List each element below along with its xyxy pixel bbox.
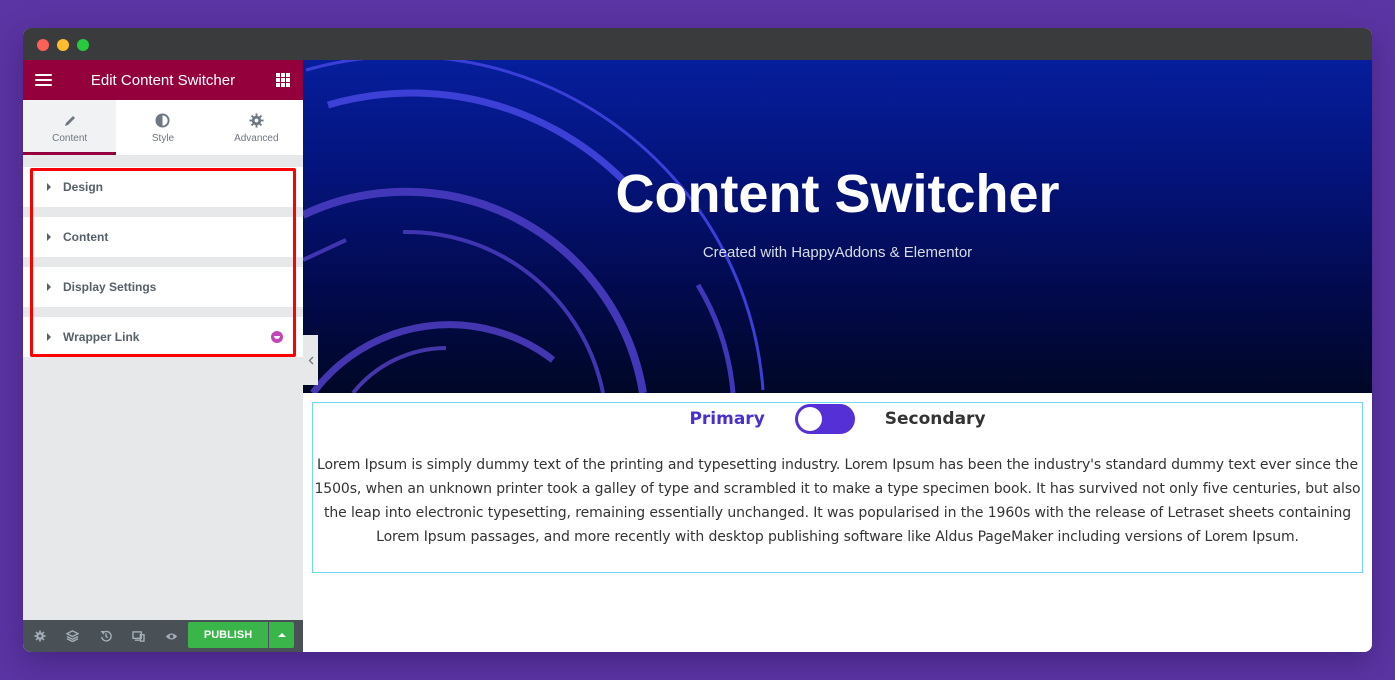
- switcher-controls: Primary Secondary: [313, 404, 1362, 434]
- section-wrapper-link[interactable]: Wrapper Link: [23, 317, 303, 357]
- hamburger-icon[interactable]: [35, 74, 52, 87]
- section-display-settings[interactable]: Display Settings: [23, 267, 303, 307]
- switcher-toggle[interactable]: [794, 404, 855, 434]
- window-titlebar: [23, 28, 1372, 60]
- tab-label: Style: [151, 132, 175, 144]
- maximize-window-button[interactable]: [77, 39, 89, 51]
- responsive-mode-icon[interactable]: [122, 620, 155, 652]
- panel-header: Edit Content Switcher: [23, 60, 303, 100]
- settings-icon[interactable]: [23, 620, 56, 652]
- panel-collapse-handle[interactable]: [303, 335, 318, 385]
- hero-title: Content Switcher: [615, 164, 1060, 224]
- tab-content[interactable]: Content: [23, 100, 117, 155]
- caret-right-icon: [47, 333, 51, 341]
- panel-tabs: Content Style Advanced: [23, 100, 303, 155]
- hero-subtitle: Created with HappyAddons & Elementor: [702, 244, 973, 261]
- tab-label: Content: [52, 132, 88, 144]
- section-label: Design: [63, 180, 104, 194]
- caret-up-icon: [277, 633, 286, 637]
- history-icon[interactable]: [89, 620, 122, 652]
- browser-window: Edit Content Switcher Content Style Adva…: [23, 28, 1372, 652]
- decorative-rings: [303, 60, 765, 393]
- elementor-panel: Edit Content Switcher Content Style Adva…: [23, 60, 303, 652]
- caret-right-icon: [47, 283, 51, 291]
- panel-footer: PUBLISH: [23, 620, 303, 652]
- section-design[interactable]: Design: [23, 167, 303, 207]
- section-label: Content: [63, 230, 109, 244]
- section-label: Display Settings: [63, 280, 157, 294]
- switcher-content-text: Lorem Ipsum is simply dummy text of the …: [314, 457, 1361, 545]
- panel-sections: Design Content Display Settings Wrapper …: [23, 167, 303, 367]
- section-label: Wrapper Link: [63, 330, 140, 344]
- toggle-knob: [797, 407, 822, 431]
- caret-right-icon: [47, 233, 51, 241]
- content-switcher-widget[interactable]: Primary Secondary Lorem Ipsum is simply …: [312, 402, 1363, 573]
- section-content[interactable]: Content: [23, 217, 303, 257]
- tab-advanced[interactable]: Advanced: [210, 100, 303, 155]
- caret-right-icon: [47, 183, 51, 191]
- publish-button[interactable]: PUBLISH: [188, 622, 268, 648]
- hero-section: Content Switcher Created with HappyAddon…: [303, 60, 1372, 393]
- navigator-layers-icon[interactable]: [56, 620, 89, 652]
- tab-label: Advanced: [234, 132, 279, 144]
- preview-canvas: Content Switcher Created with HappyAddon…: [303, 60, 1372, 652]
- chevron-left-icon: [308, 356, 313, 364]
- gear-icon: [249, 112, 264, 130]
- close-window-button[interactable]: [37, 39, 49, 51]
- publish-options-button[interactable]: [269, 622, 294, 648]
- half-circle-icon: [155, 112, 171, 130]
- primary-label[interactable]: Primary: [689, 409, 764, 429]
- pencil-icon: [63, 112, 77, 130]
- grid-icon[interactable]: [276, 73, 290, 87]
- panel-title: Edit Content Switcher: [90, 71, 236, 89]
- happyaddons-pro-icon: [271, 331, 283, 343]
- preview-eye-icon[interactable]: [155, 620, 188, 652]
- secondary-label[interactable]: Secondary: [885, 409, 986, 429]
- minimize-window-button[interactable]: [57, 39, 69, 51]
- tab-style[interactable]: Style: [116, 100, 209, 155]
